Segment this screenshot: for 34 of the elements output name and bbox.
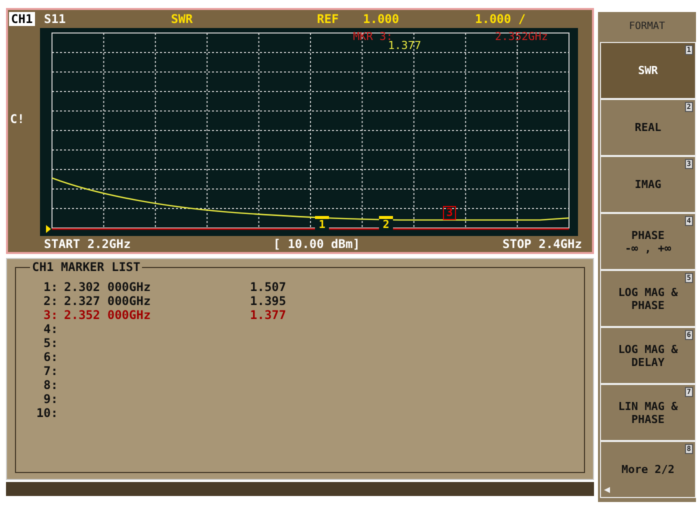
ref-label: REF xyxy=(317,12,339,26)
ref-value: 1.000 xyxy=(363,12,400,26)
reference-pointer-icon xyxy=(46,225,51,233)
format-label: SWR xyxy=(171,12,193,26)
marker-index: 6: xyxy=(42,350,58,364)
marker-index: 8: xyxy=(42,378,58,392)
parameter-label: S11 xyxy=(44,12,66,26)
marker-readout-value: 1.377 xyxy=(388,39,422,52)
marker-list-title: CH1 MARKER LIST xyxy=(30,260,142,274)
marker-index: 4: xyxy=(42,322,58,336)
stop-frequency: STOP 2.4GHz xyxy=(502,237,582,251)
marker-index: 1: xyxy=(42,280,58,294)
start-frequency: START 2.2GHz xyxy=(44,237,131,251)
menu-title: FORMAT xyxy=(628,20,666,34)
power-level: [ 10.00 dBm] xyxy=(273,237,360,251)
marker-readout-frequency: 2.352GHz xyxy=(495,30,548,43)
marker-index: 7: xyxy=(42,364,58,378)
marker-frequency: 2.352 000GHz xyxy=(64,308,152,322)
channel-label: CH1 xyxy=(9,12,35,26)
marker-value: 1.395 xyxy=(250,294,286,308)
marker-value: 1.377 xyxy=(250,308,286,322)
marker-value: 1.507 xyxy=(250,280,286,294)
marker-index: 2: xyxy=(42,294,58,308)
marker-index: 3: xyxy=(42,308,58,322)
marker-index: 5: xyxy=(42,336,58,350)
trace-marker: 2 xyxy=(379,216,393,231)
trace-marker: 3 xyxy=(443,206,456,220)
marker-index: 9: xyxy=(42,392,58,406)
marker-frequency: 2.327 000GHz xyxy=(64,294,152,308)
trace-marker: 1 xyxy=(315,216,329,231)
side-label: C! xyxy=(10,112,24,126)
marker-index: 10: xyxy=(35,406,58,420)
marker-frequency: 2.302 000GHz xyxy=(64,280,152,294)
scale-value: 1.000 / xyxy=(475,12,526,26)
